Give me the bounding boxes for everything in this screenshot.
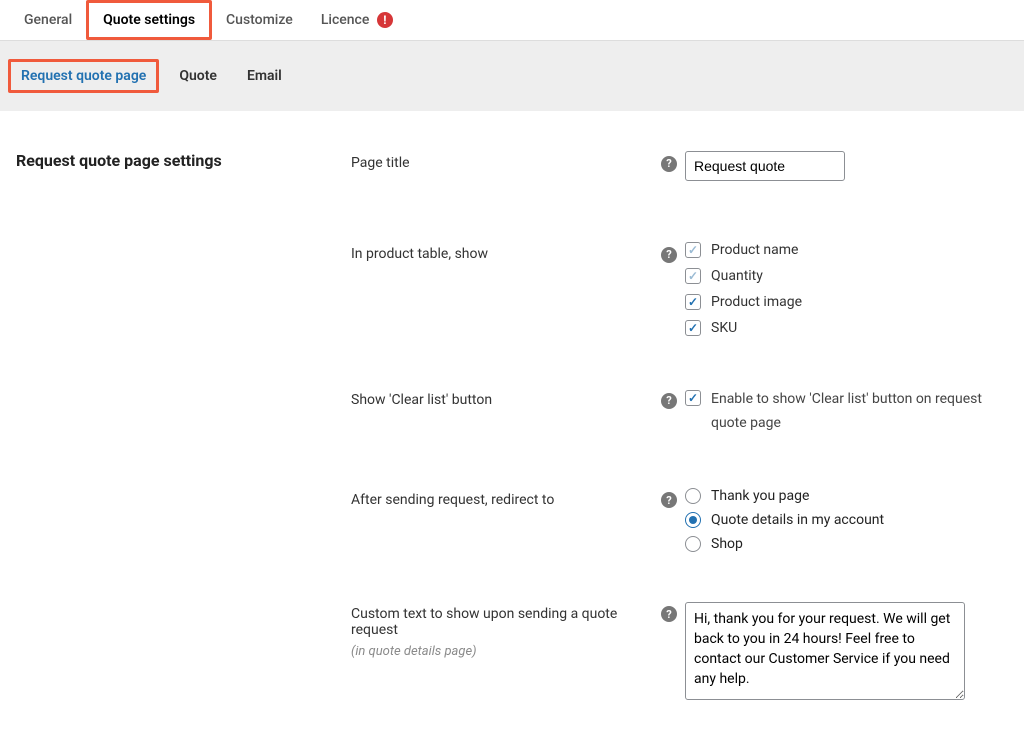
radio-quote-details[interactable] [685,512,701,528]
tab-general[interactable]: General [10,0,86,40]
field-label-redirect: After sending request, redirect to [351,488,661,508]
subtab-quote[interactable]: Quote [169,62,227,90]
settings-content: Request quote page settings Page title ?… [0,111,1024,744]
checkbox-label: Product image [711,294,802,310]
checkbox-label: SKU [711,320,737,336]
subtab-email[interactable]: Email [237,62,292,90]
tab-licence[interactable]: Licence ! [307,0,407,40]
help-icon[interactable]: ? [661,156,677,172]
tab-customize[interactable]: Customize [212,0,307,40]
custom-text-textarea[interactable] [685,602,965,700]
radio-label: Quote details in my account [711,512,884,528]
tab-quote-settings[interactable]: Quote settings [86,0,212,40]
radio-label: Thank you page [711,488,809,504]
checkbox-clear-list[interactable] [685,390,701,406]
radio-thank-you[interactable] [685,488,701,504]
field-label-clear-list: Show 'Clear list' button [351,388,661,408]
help-icon[interactable]: ? [661,606,677,622]
checkbox-sku[interactable] [685,320,701,336]
checkbox-product-name[interactable] [685,242,701,258]
main-tabs: General Quote settings Customize Licence… [0,0,1024,41]
checkbox-desc: Enable to show 'Clear list' button on re… [711,388,1008,436]
checkbox-product-image[interactable] [685,294,701,310]
help-icon[interactable]: ? [661,492,677,508]
field-label-custom-text: Custom text to show upon sending a quote… [351,606,617,638]
tab-licence-label: Licence [321,12,370,28]
section-title: Request quote page settings [16,151,351,170]
checkbox-label: Product name [711,242,798,258]
field-label-product-table: In product table, show [351,242,661,262]
field-sublabel-custom-text: (in quote details page) [351,644,661,659]
help-icon[interactable]: ? [661,393,677,409]
alert-icon: ! [377,12,393,28]
page-title-input[interactable] [685,151,845,181]
checkbox-label: Quantity [711,268,763,284]
field-label-page-title: Page title [351,151,661,171]
subtab-request-quote-page[interactable]: Request quote page [8,59,159,93]
checkbox-quantity[interactable] [685,268,701,284]
radio-label: Shop [711,536,743,552]
help-icon[interactable]: ? [661,247,677,263]
radio-shop[interactable] [685,536,701,552]
sub-tabs: Request quote page Quote Email [0,41,1024,111]
